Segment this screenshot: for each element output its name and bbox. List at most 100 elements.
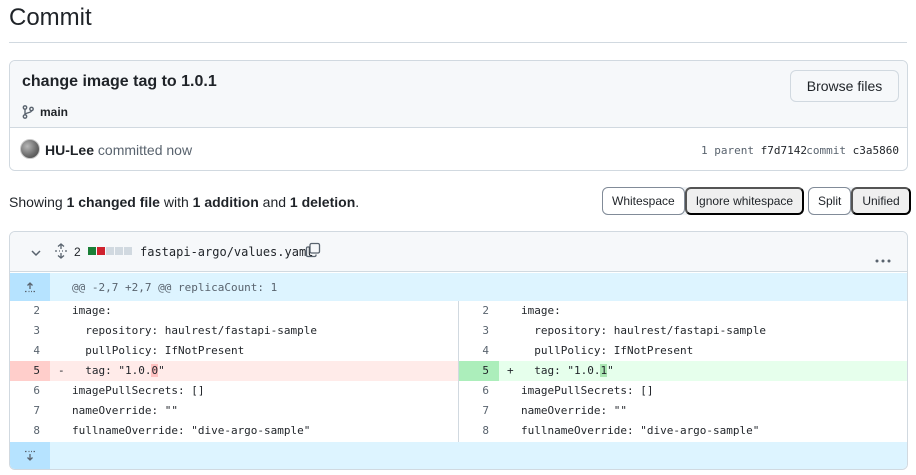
- diff-line: 4 pullPolicy: IfNotPresent: [10, 341, 458, 361]
- chevron-down-icon[interactable]: [30, 246, 42, 264]
- code-segment: tag: "1.0.: [521, 364, 601, 377]
- diff-line: 5- tag: "1.0.0": [10, 361, 458, 381]
- diff-line: 2 image:: [459, 301, 907, 321]
- diff-line: 4 pullPolicy: IfNotPresent: [459, 341, 907, 361]
- summary-files: 1 changed file: [66, 194, 160, 210]
- line-number[interactable]: 6: [10, 381, 50, 401]
- line-number[interactable]: 5: [459, 361, 499, 381]
- view-mode-toggle: Split Unified: [808, 187, 911, 215]
- unfold-icon[interactable]: [54, 243, 68, 264]
- summary-and: and: [262, 194, 287, 210]
- file-diff: 2 fastapi-argo/values.yaml @@ -2,7 +2,7 …: [9, 231, 908, 470]
- diff-line: 7 nameOverride: "": [10, 401, 458, 421]
- avatar[interactable]: [20, 139, 40, 159]
- split-view-button[interactable]: Split: [808, 187, 852, 215]
- hunk-header-text: @@ -2,7 +2,7 @@ replicaCount: 1: [72, 281, 278, 294]
- title-divider: [9, 42, 907, 43]
- ignore-whitespace-button[interactable]: Ignore whitespace: [684, 187, 805, 215]
- code-segment: ": [607, 364, 614, 377]
- line-number[interactable]: 6: [459, 381, 499, 401]
- commit-box: change image tag to 1.0.1 main Browse fi…: [9, 60, 908, 171]
- summary-deletions: 1 deletion: [289, 194, 356, 210]
- commit-sha[interactable]: c3a5860: [853, 144, 899, 157]
- diff-right-pane: 2 image: 3 repository: haulrest/fastapi-sa…: [459, 301, 907, 442]
- code-text: pullPolicy: IfNotPresent: [521, 344, 694, 357]
- file-path-link[interactable]: fastapi-argo/values.yaml: [140, 245, 313, 259]
- diffstat: [88, 247, 132, 255]
- code-text: tag: "1.0.0": [72, 361, 165, 381]
- summary-suffix: .: [355, 194, 360, 210]
- code-text: fullnameOverride: "dive-argo-sample": [521, 424, 760, 437]
- diffstat-block: [124, 247, 132, 255]
- commit-sha-info: commit c3a5860: [806, 144, 899, 157]
- code-text: repository: haulrest/fastapi-sample: [521, 324, 767, 337]
- diff-marker: +: [507, 364, 514, 377]
- diffstat-block: [97, 247, 105, 255]
- diffstat-block: [115, 247, 123, 255]
- page-title: Commit: [9, 4, 92, 31]
- parent-count-label: 1 parent: [701, 144, 755, 157]
- diff-line: 3 repository: haulrest/fastapi-sample: [10, 321, 458, 341]
- parent-info: 1 parent f7d7142: [701, 144, 807, 157]
- hunk-header: @@ -2,7 +2,7 @@ replicaCount: 1: [10, 273, 907, 301]
- line-number[interactable]: 5: [10, 361, 50, 381]
- diff-line: 3 repository: haulrest/fastapi-sample: [459, 321, 907, 341]
- code-text: image:: [72, 304, 112, 317]
- diff-line: 8 fullnameOverride: "dive-argo-sample": [10, 421, 458, 441]
- diff-line: 8 fullnameOverride: "dive-argo-sample": [459, 421, 907, 441]
- code-text: image:: [521, 304, 561, 317]
- code-text: fullnameOverride: "dive-argo-sample": [72, 424, 311, 437]
- commit-time: committed now: [97, 142, 193, 158]
- branch-indicator[interactable]: main: [22, 105, 68, 119]
- summary-prefix: Showing: [9, 194, 63, 210]
- diff-line: 2 image:: [10, 301, 458, 321]
- author-name-link[interactable]: HU-Lee: [45, 142, 94, 158]
- diff-line: 6 imagePullSecrets: []: [459, 381, 907, 401]
- whitespace-toggle: Whitespace Ignore whitespace: [602, 187, 805, 215]
- line-number[interactable]: 4: [459, 341, 499, 361]
- diff-line: 7 nameOverride: "": [459, 401, 907, 421]
- branch-name: main: [40, 105, 69, 119]
- code-text: nameOverride: "": [72, 404, 178, 417]
- code-text: imagePullSecrets: []: [72, 384, 205, 397]
- code-text: pullPolicy: IfNotPresent: [72, 344, 245, 357]
- code-segment: ": [158, 364, 165, 377]
- commit-label: commit: [806, 144, 847, 157]
- line-number[interactable]: 8: [10, 421, 50, 441]
- diff-line: 5 + tag: "1.0.1": [459, 361, 907, 381]
- diffstat-block: [106, 247, 114, 255]
- copy-icon[interactable]: [305, 242, 321, 263]
- code-text: tag: "1.0.1": [521, 361, 614, 381]
- diff-marker: -: [58, 364, 65, 377]
- diff-summary: Showing 1 changed file with 1 addition a…: [9, 194, 359, 210]
- diffstat-block: [88, 247, 96, 255]
- expand-down-icon[interactable]: [10, 442, 50, 469]
- diff-left-pane: 2 image: 3 repository: haulrest/fastapi-sa…: [10, 301, 459, 442]
- line-number[interactable]: 7: [10, 401, 50, 421]
- line-number[interactable]: 7: [459, 401, 499, 421]
- summary-additions: 1 addition: [192, 194, 259, 210]
- code-text: nameOverride: "": [521, 404, 627, 417]
- parent-sha-link[interactable]: f7d7142: [761, 144, 807, 157]
- kebab-menu-icon[interactable]: [875, 250, 891, 268]
- line-number[interactable]: 2: [10, 301, 50, 321]
- change-count: 2: [74, 245, 81, 259]
- expand-up-icon[interactable]: [10, 273, 50, 301]
- line-number[interactable]: 2: [459, 301, 499, 321]
- diff-body: 2 image: 3 repository: haulrest/fastapi-sa…: [10, 301, 907, 442]
- file-header: 2 fastapi-argo/values.yaml: [10, 232, 907, 272]
- code-text: repository: haulrest/fastapi-sample: [72, 324, 318, 337]
- unified-view-button[interactable]: Unified: [851, 187, 911, 215]
- line-number[interactable]: 3: [10, 321, 50, 341]
- commit-header: change image tag to 1.0.1 main Browse fi…: [10, 61, 907, 128]
- whitespace-button[interactable]: Whitespace: [602, 187, 685, 215]
- line-number[interactable]: 4: [10, 341, 50, 361]
- line-number[interactable]: 3: [459, 321, 499, 341]
- git-branch-icon: [22, 105, 34, 119]
- author-line: HU-Lee committed now: [45, 142, 192, 158]
- browse-files-button[interactable]: Browse files: [790, 70, 899, 102]
- line-number[interactable]: 8: [459, 421, 499, 441]
- code-text: imagePullSecrets: []: [521, 384, 654, 397]
- commit-message: change image tag to 1.0.1: [22, 73, 217, 90]
- diff-line: 6 imagePullSecrets: []: [10, 381, 458, 401]
